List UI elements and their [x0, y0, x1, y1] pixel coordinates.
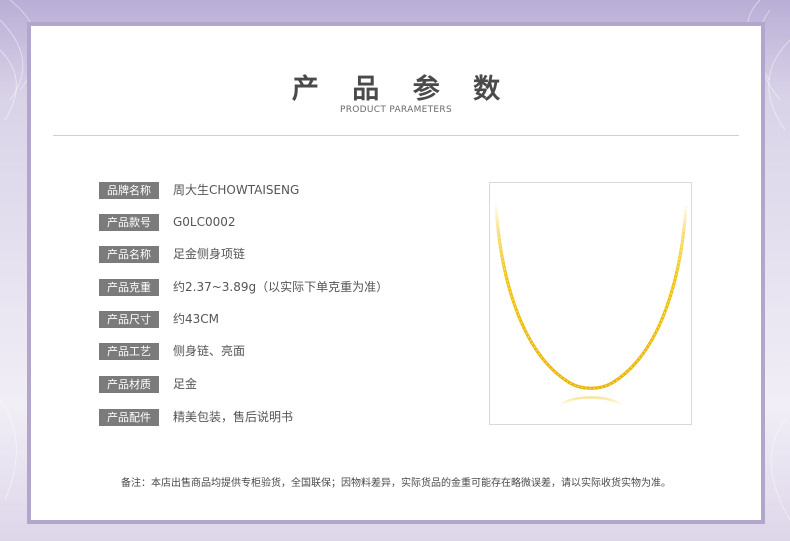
- param-value: 足金: [173, 377, 198, 391]
- param-label: 产品材质: [99, 376, 159, 393]
- page-subtitle: PRODUCT PARAMETERS: [340, 105, 452, 115]
- title-divider: [53, 135, 739, 136]
- content-frame: 产 品 参 数 PRODUCT PARAMETERS 品牌名称 周大生CHOWT…: [27, 22, 765, 524]
- param-value: 约2.37~3.89g（以实际下单克重为准）: [173, 280, 389, 294]
- product-image: [489, 182, 692, 425]
- param-label: 产品工艺: [99, 343, 159, 360]
- param-value: 约43CM: [173, 312, 220, 326]
- param-value: 精美包装，售后说明书: [173, 410, 294, 424]
- param-label: 产品款号: [99, 214, 159, 231]
- param-label: 产品尺寸: [99, 311, 159, 328]
- footer-note: 备注：本店出售商品均提供专柜验货，全国联保；因物料差异，实际货品的金重可能存在略…: [121, 478, 671, 489]
- gold-chain-necklace-icon: [494, 203, 688, 407]
- param-value: 周大生CHOWTAISENG: [173, 183, 300, 197]
- page-title: 产 品 参 数: [291, 74, 513, 105]
- param-label: 产品配件: [99, 409, 159, 426]
- param-value: 侧身链、亮面: [173, 344, 246, 358]
- param-label: 品牌名称: [99, 182, 159, 199]
- param-label: 产品名称: [99, 246, 159, 263]
- param-value: 足金侧身项链: [173, 247, 246, 261]
- param-value: G0LC0002: [173, 215, 236, 229]
- param-label: 产品克重: [99, 279, 159, 296]
